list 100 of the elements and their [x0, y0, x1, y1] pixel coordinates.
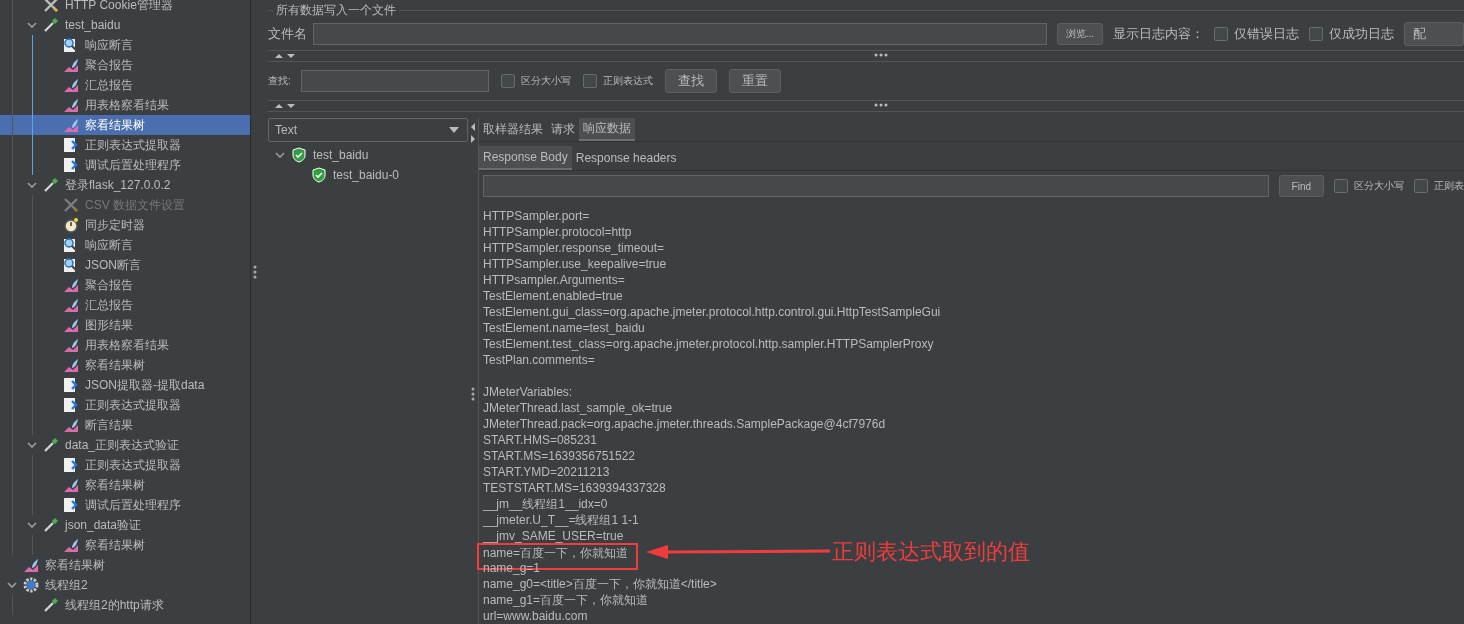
tree-item-label: data_正则表达式验证 [65, 436, 180, 454]
renderer-dropdown[interactable]: Text [268, 118, 468, 142]
response-line: TestElement.name=test_baidu [483, 320, 645, 336]
tree-item-label: 察看结果树 [45, 556, 105, 574]
tree-row[interactable]: 响应断言 [0, 35, 250, 55]
tree-item-label: 正则表达式提取器 [85, 136, 181, 154]
search-field[interactable] [300, 70, 489, 92]
chart-icon [63, 477, 79, 493]
dropper-icon [43, 517, 59, 533]
search-button[interactable]: 重置 [728, 69, 781, 93]
checkbox[interactable] [1309, 27, 1323, 41]
tree-row[interactable]: JSON断言 [0, 255, 250, 275]
tree-item-label: 察看结果树 [85, 476, 145, 494]
browse-button[interactable]: 浏览... [1056, 23, 1103, 45]
result-row[interactable]: test_baidu-0 [268, 165, 468, 185]
tree-item-label: 响应断言 [85, 236, 133, 254]
configure-button[interactable]: 配 [1404, 22, 1464, 46]
tree-row[interactable]: json_data验证 [0, 515, 250, 535]
find-field[interactable] [483, 175, 1269, 198]
tree-item-label: 聚合报告 [85, 56, 133, 74]
response-line: __jm__线程组1__idx=0 [483, 496, 608, 512]
tab[interactable]: 响应数据 [579, 118, 635, 142]
shield-check-icon [311, 167, 327, 183]
chart-icon [63, 337, 79, 353]
response-line: START.HMS=085231 [483, 432, 597, 448]
response-line: name_g1=百度一下，你就知道 [483, 592, 649, 608]
tree-row[interactable]: data_正则表达式验证 [0, 435, 250, 455]
gear-icon [23, 577, 39, 593]
collapse-arrows-icon[interactable] [274, 53, 296, 59]
drag-handle-icon[interactable] [252, 265, 257, 279]
tree-row[interactable]: 线程组2的http请求 [0, 595, 250, 615]
page-arrow-icon [63, 377, 79, 393]
checkbox[interactable] [1214, 27, 1228, 41]
tree-row[interactable]: 断言结果 [0, 415, 250, 435]
checkbox[interactable] [500, 74, 515, 88]
tree-row[interactable]: 图形结果 [0, 315, 250, 335]
tree-row[interactable]: 察看结果树 [0, 555, 250, 575]
stopwatch-icon [63, 217, 79, 233]
drag-handle-icon[interactable] [471, 387, 475, 401]
chart-icon [63, 77, 79, 93]
tree-row[interactable]: 正则表达式提取器 [0, 135, 250, 155]
tree-row[interactable]: 响应断言 [0, 235, 250, 255]
filename-field[interactable] [313, 23, 1047, 45]
log-content-label: 显示日志内容： [1113, 25, 1204, 43]
tree-row[interactable]: 察看结果树 [0, 115, 250, 135]
tree-row[interactable]: 聚合报告 [0, 275, 250, 295]
tab[interactable]: Response Body [479, 146, 572, 170]
response-line: url=www.baidu.com [483, 608, 588, 624]
tree-row[interactable]: test_baidu [0, 15, 250, 35]
tree-item-label: 汇总报告 [85, 296, 133, 314]
tab[interactable]: 取样器结果 [479, 118, 547, 142]
chart-icon [63, 357, 79, 373]
tree-row[interactable]: 察看结果树 [0, 355, 250, 375]
tree-item-label: 用表格察看结果 [85, 336, 169, 354]
tree-item-label: JSON断言 [85, 256, 141, 274]
search-button[interactable]: 查找 [664, 69, 717, 93]
section-title: 所有数据写入一个文件 [275, 1, 397, 19]
tree-row[interactable]: 调试后置处理程序 [0, 155, 250, 175]
tree-row[interactable]: 正则表达式提取器 [0, 395, 250, 415]
tree-row[interactable]: 汇总报告 [0, 75, 250, 95]
response-line: TESTSTART.MS=1639394337328 [483, 480, 666, 496]
checkbox[interactable] [1414, 179, 1428, 194]
tree-item-label: 同步定时器 [85, 216, 145, 234]
tree-item-label: test_baidu [65, 18, 121, 32]
tree-row[interactable]: 用表格察看结果 [0, 335, 250, 355]
tree-row[interactable]: 同步定时器 [0, 215, 250, 235]
tree-row[interactable]: 察看结果树 [0, 535, 250, 555]
tab[interactable]: 请求 [547, 118, 579, 142]
chart-icon [63, 117, 79, 133]
tree-row[interactable]: 用表格察看结果 [0, 95, 250, 115]
tree-row[interactable]: 调试后置处理程序 [0, 495, 250, 515]
response-line: name_g0=<title>百度一下，你就知道</title> [483, 576, 717, 592]
page-arrow-icon [63, 457, 79, 473]
dropdown-arrow-icon[interactable] [449, 127, 459, 133]
drag-handle-icon[interactable] [874, 53, 888, 57]
tab[interactable]: Response headers [571, 146, 681, 170]
collapse-arrows-icon[interactable] [274, 103, 296, 109]
chart-icon [23, 557, 39, 573]
tree-row[interactable]: 正则表达式提取器 [0, 455, 250, 475]
response-line: JMeterVariables: [483, 384, 573, 400]
checkbox[interactable] [1334, 179, 1348, 194]
dropper-icon [43, 177, 59, 193]
find-button[interactable]: Find [1278, 175, 1324, 198]
filename-label: 文件名 [268, 25, 307, 43]
tree-row[interactable]: JSON提取器-提取data [0, 375, 250, 395]
dropper-icon [43, 437, 59, 453]
tree-item-label: 断言结果 [85, 416, 133, 434]
tree-row[interactable]: 聚合报告 [0, 55, 250, 75]
tree-row[interactable]: 察看结果树 [0, 475, 250, 495]
tree-row[interactable]: 线程组2 [0, 575, 250, 595]
result-row[interactable]: test_baidu [268, 145, 468, 165]
chart-icon [63, 297, 79, 313]
checkbox[interactable] [582, 74, 597, 88]
drag-handle-icon[interactable] [874, 103, 888, 107]
response-line: TestElement.enabled=true [483, 288, 623, 304]
tree-item-label: 察看结果树 [85, 536, 145, 554]
tree-row[interactable]: 登录flask_127.0.0.2 [0, 175, 250, 195]
magnifier-icon [63, 237, 79, 253]
response-line: START.YMD=20211213 [483, 464, 610, 480]
tree-row[interactable]: 汇总报告 [0, 295, 250, 315]
